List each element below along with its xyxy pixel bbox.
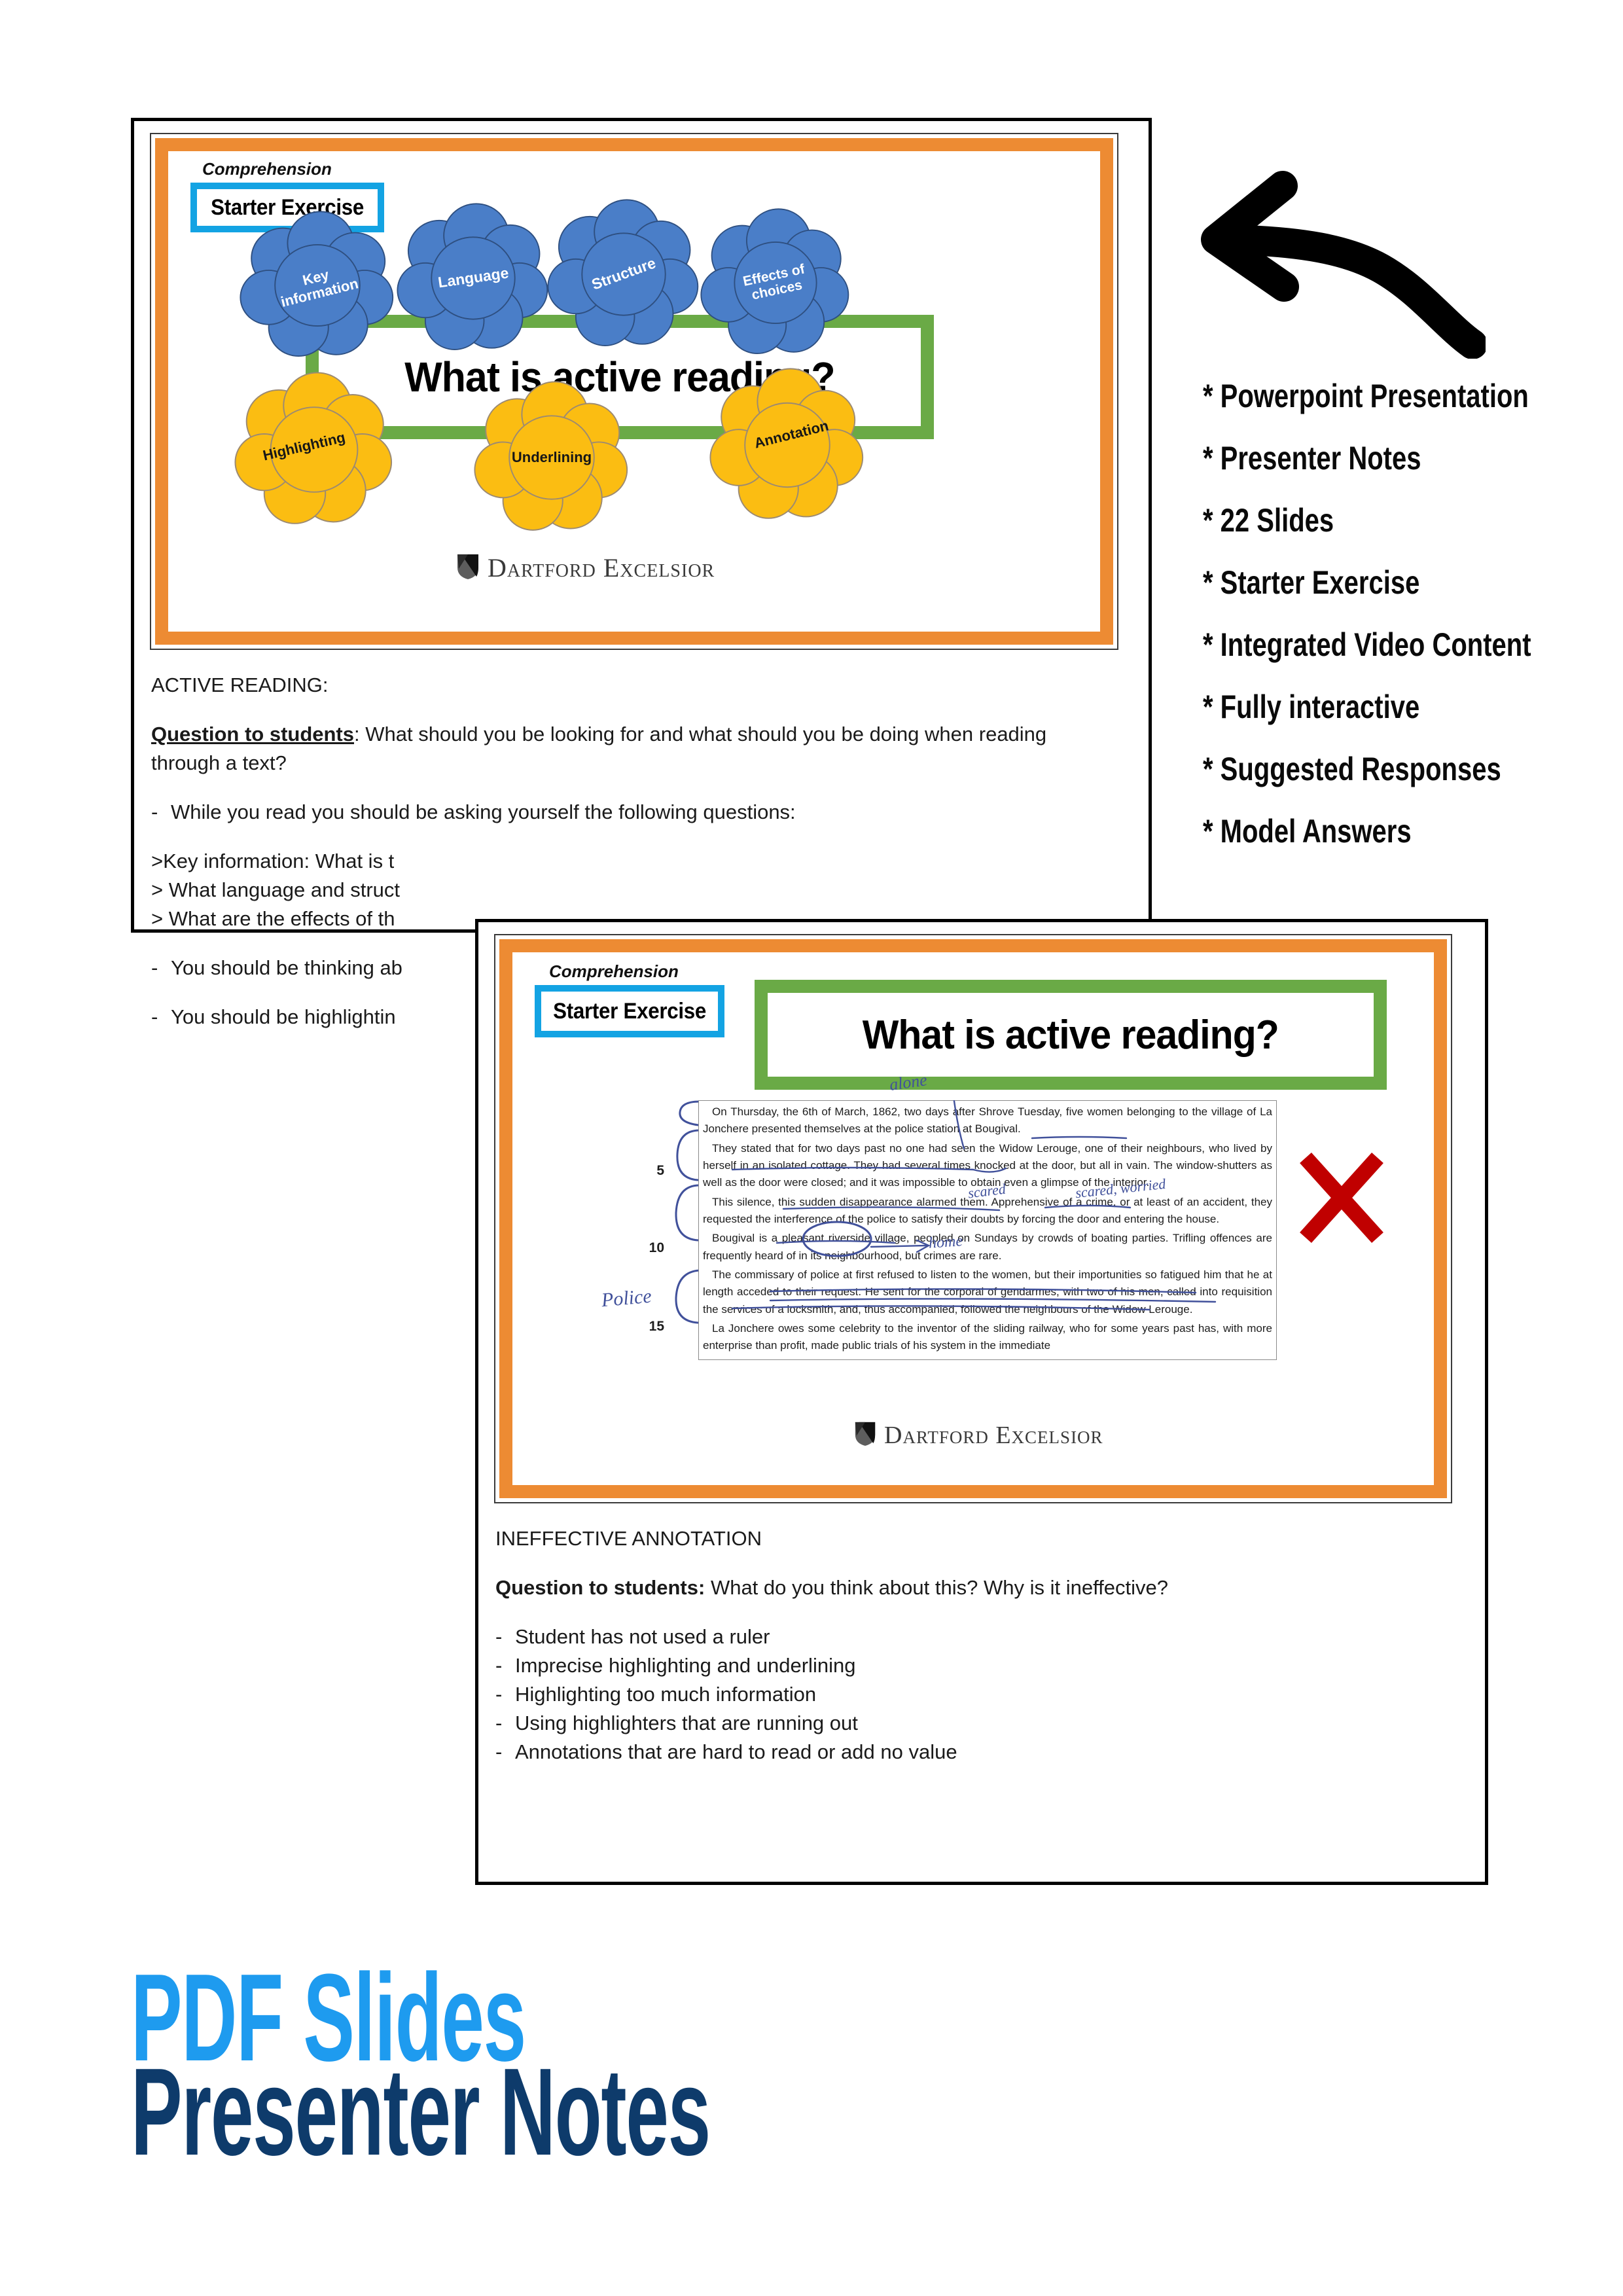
slide-2-frame: Comprehension Starter Exercise What is a… — [494, 934, 1452, 1503]
notes-2-bullet-5: - Annotations that are hard to read or a… — [495, 1738, 1444, 1767]
notes-1-bullet-3-text: You should be highlightin — [171, 1005, 396, 1029]
feature-list: * Powerpoint Presentation * Presenter No… — [1203, 377, 1609, 850]
notes-2-bullet-4-text: Using highlighters that are running out — [515, 1712, 858, 1735]
feature-list-items: * Powerpoint Presentation * Presenter No… — [1203, 377, 1609, 850]
notes-2-bullet-3-dash: - — [495, 1683, 503, 1706]
cloud-key-information: Key information — [239, 210, 396, 361]
notes-1-bullet-3-dash: - — [151, 1005, 158, 1029]
notes-1-bullet-1-dash: - — [151, 800, 158, 824]
slide-2-logo: Dartford Excelsior — [853, 1420, 1103, 1450]
notes-slide-2: INEFFECTIVE ANNOTATION Question to stude… — [495, 1524, 1444, 1767]
notes-2-heading: INEFFECTIVE ANNOTATION — [495, 1527, 762, 1550]
shield-icon — [853, 1420, 878, 1450]
slide-2-starter-badge: Starter Exercise — [535, 985, 724, 1037]
notes-2-bullet-5-dash: - — [495, 1740, 503, 1764]
passage-line-numbers: 5 10 15 — [635, 1100, 664, 1388]
slide-2-logo-wordmark: Dartford Excelsior — [884, 1421, 1103, 1449]
cloud-underlining: Underlining — [473, 380, 630, 535]
feature-item-model-answers: * Model Answers — [1203, 813, 1412, 850]
notes-2-question-text: What do you think about this? Why is it … — [705, 1576, 1168, 1600]
handwritten-note-police: Police — [600, 1285, 652, 1312]
notes-2-bullet-4-dash: - — [495, 1712, 503, 1735]
red-cross-icon — [1295, 1149, 1388, 1247]
feature-item-starter-exercise: * Starter Exercise — [1203, 564, 1420, 601]
curved-left-arrow-icon — [1185, 162, 1488, 359]
slide-2-kicker: Comprehension — [549, 961, 679, 981]
feature-item-fully-interactive: * Fully interactive — [1203, 689, 1420, 725]
annotated-passage: 5 10 15 On Thursday, the 6th of March, 1… — [601, 1070, 1277, 1395]
cloud-structure: Structure — [546, 198, 701, 350]
notes-2-bullet-3-text: Highlighting too much information — [515, 1683, 817, 1706]
notes-2-question-label: Question to students: — [495, 1576, 705, 1600]
notes-1-heading: ACTIVE READING: — [151, 673, 329, 696]
notes-1-sub-2: > What language and struct — [151, 878, 400, 902]
notes-2-bullet-2-dash: - — [495, 1654, 503, 1677]
line-number-15: 15 — [649, 1319, 664, 1334]
slide-2-canvas: Comprehension Starter Exercise What is a… — [512, 952, 1434, 1485]
bottom-title-presenter-notes: Presenter Notes — [131, 2043, 711, 2181]
notes-2-bullet-1: - Student has not used a ruler — [495, 1623, 1444, 1651]
line-number-10: 10 — [649, 1240, 664, 1255]
notes-1-bullet-2-dash: - — [151, 956, 158, 980]
cloud-annotation: Annotation — [709, 367, 866, 523]
card-slide-2: Comprehension Starter Exercise What is a… — [475, 919, 1488, 1885]
cloud-effects-of-choices: Effects of choices — [700, 207, 851, 358]
cloud-highlighting: Highlighting — [234, 371, 395, 528]
shield-icon — [455, 552, 481, 584]
notes-1-bullet-1: - While you read you should be asking yo… — [151, 798, 1094, 827]
notes-1-question: Question to students: What should you be… — [151, 720, 1094, 778]
feature-item-presenter-notes: * Presenter Notes — [1203, 440, 1421, 476]
feature-item-22-slides: * 22 Slides — [1203, 502, 1334, 539]
feature-item-powerpoint-presentation: * Powerpoint Presentation — [1203, 378, 1529, 414]
slide-1-logo-wordmark: Dartford Excelsior — [488, 553, 715, 583]
cloud-underlining-label: Underlining — [511, 448, 592, 465]
notes-2-bullet-3: - Highlighting too much information — [495, 1680, 1444, 1709]
slide-1-kicker: Comprehension — [202, 159, 332, 179]
notes-1-bullet-1-text: While you read you should be asking your… — [171, 800, 796, 824]
slide-2-title-band: What is active reading? — [755, 980, 1387, 1090]
notes-2-bullet-1-dash: - — [495, 1625, 503, 1649]
feature-item-suggested-responses: * Suggested Responses — [1203, 751, 1501, 787]
slide-2-title-inner: What is active reading? — [768, 993, 1374, 1077]
pen-annotation-marks — [731, 1100, 1217, 1311]
feature-item-integrated-video-content: * Integrated Video Content — [1203, 626, 1531, 663]
notes-1-bullet-2-text: You should be thinking ab — [171, 956, 402, 980]
handwritten-note-home: home — [928, 1232, 963, 1252]
notes-2-bullet-5-text: Annotations that are hard to read or add… — [515, 1740, 957, 1764]
slide-2-starter-badge-label: Starter Exercise — [553, 998, 706, 1024]
cloud-language: Language — [396, 202, 550, 354]
notes-1-question-label: Question to students — [151, 723, 354, 746]
slide-1-frame: Comprehension Starter Exercise What is a… — [150, 133, 1118, 650]
notes-2-question: Question to students: What do you think … — [495, 1573, 1444, 1602]
slide-1-canvas: Comprehension Starter Exercise What is a… — [168, 151, 1100, 632]
slide-2-title: What is active reading? — [862, 1012, 1279, 1058]
notes-1-sub-1: >Key information: What is t — [151, 850, 395, 873]
line-number-5: 5 — [656, 1163, 664, 1178]
slide-1-logo: Dartford Excelsior — [455, 552, 715, 584]
card-slide-1: Comprehension Starter Exercise What is a… — [131, 118, 1152, 1028]
notes-2-bullet-4: - Using highlighters that are running ou… — [495, 1709, 1444, 1738]
notes-2-bullet-2: - Imprecise highlighting and underlining — [495, 1651, 1444, 1680]
handwritten-note-alone: alone — [888, 1070, 929, 1094]
notes-2-bullet-1-text: Student has not used a ruler — [515, 1625, 770, 1649]
notes-2-bullet-2-text: Imprecise highlighting and underlining — [515, 1654, 856, 1677]
